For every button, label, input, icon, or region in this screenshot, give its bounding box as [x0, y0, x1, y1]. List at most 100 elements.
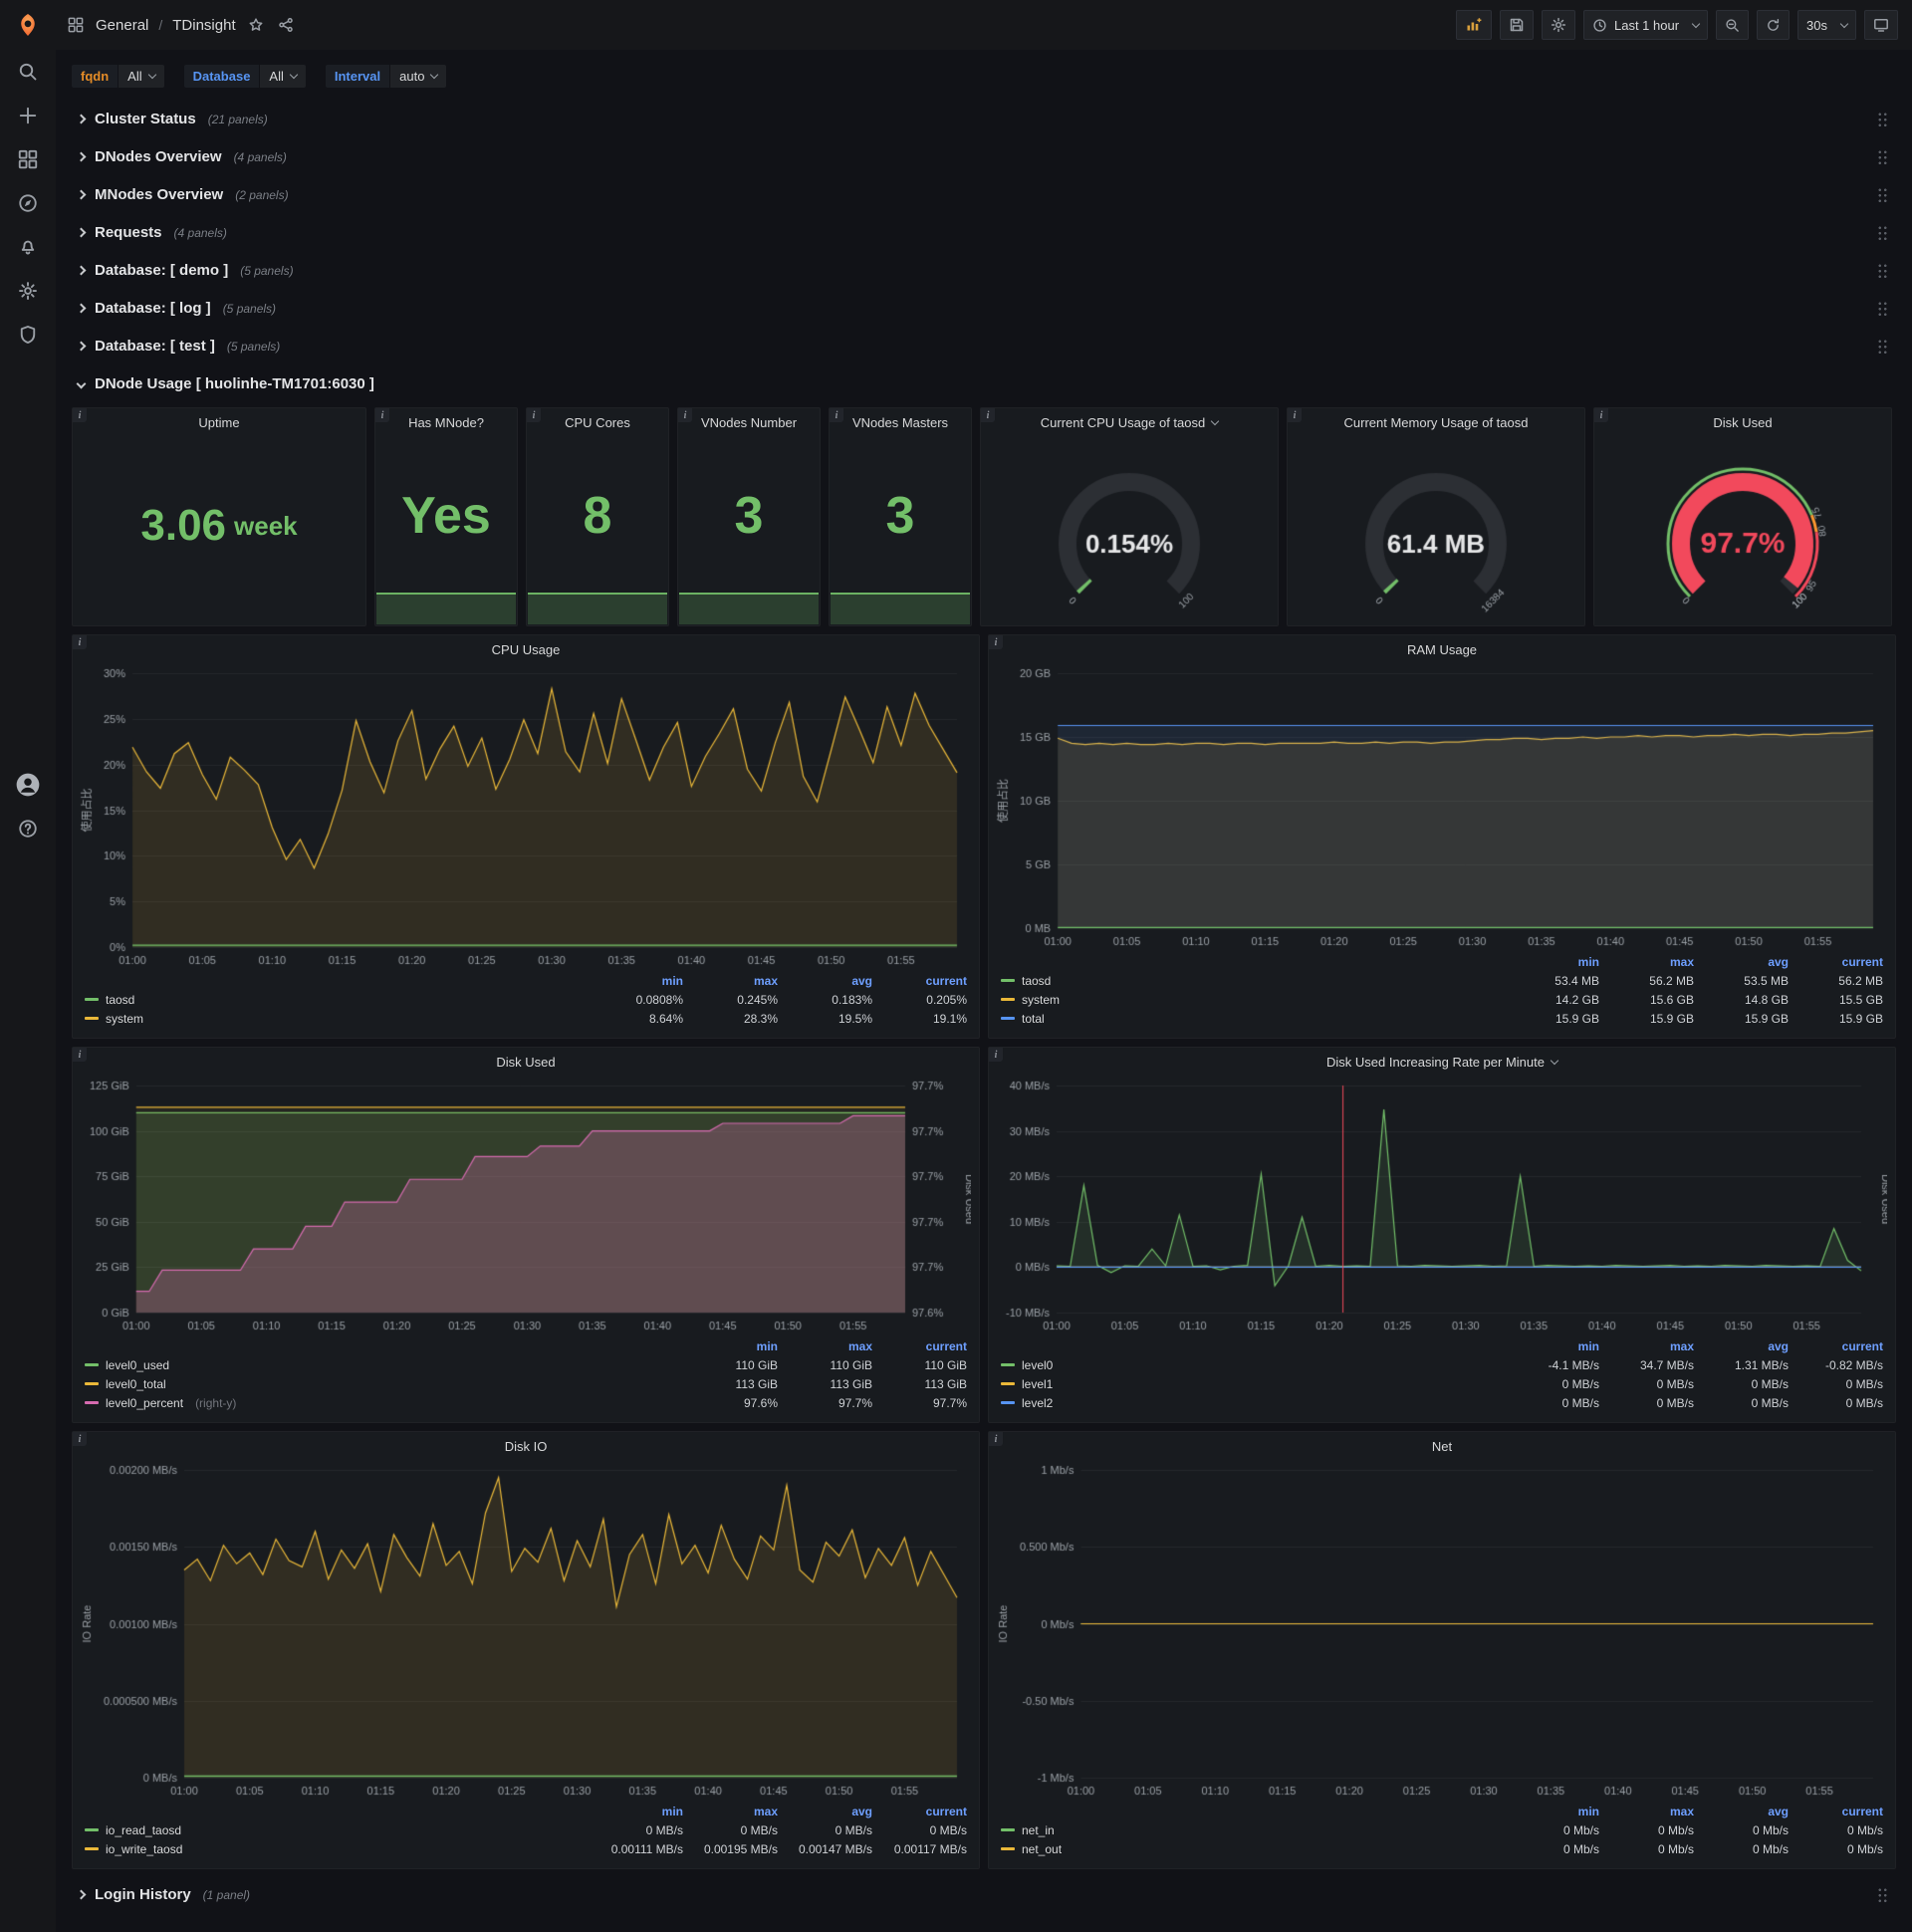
sidebar-item-explore[interactable] [0, 181, 56, 225]
cycle-view-mode-button[interactable] [1864, 10, 1898, 40]
legend-series-name[interactable]: taosd [85, 993, 589, 1007]
legend-column-header[interactable]: current [1789, 1339, 1883, 1353]
sidebar-item-help[interactable] [0, 807, 56, 850]
panel-title[interactable]: VNodes Masters [830, 408, 971, 436]
legend-column-header[interactable]: min [589, 974, 683, 988]
sidebar-item-search[interactable] [0, 50, 56, 94]
legend-column-header[interactable]: avg [1694, 955, 1789, 969]
chart-canvas-net[interactable] [995, 1460, 1887, 1802]
legend-column-header[interactable]: max [1599, 1339, 1694, 1353]
share-icon[interactable] [276, 15, 296, 35]
chart-canvas-ram_usage[interactable] [995, 663, 1887, 952]
row-drag-handle[interactable] [1877, 186, 1888, 203]
sidebar-item-server-admin[interactable] [0, 313, 56, 357]
legend-series-name[interactable]: system [85, 1012, 589, 1026]
legend-series-name[interactable]: level1 [1001, 1377, 1505, 1391]
row-drag-handle[interactable] [1877, 148, 1888, 165]
panel-info-icon[interactable]: i [678, 408, 692, 422]
row-drag-handle[interactable] [1877, 300, 1888, 317]
breadcrumb-dashboard[interactable]: TDinsight [172, 17, 235, 34]
panel-title[interactable]: Disk Used [79, 1048, 973, 1076]
legend-series-name[interactable]: level0_total [85, 1377, 683, 1391]
panel-title[interactable]: Has MNode? [375, 408, 517, 436]
legend-column-header[interactable]: avg [778, 974, 872, 988]
legend-column-header[interactable]: current [872, 1339, 967, 1353]
legend-column-header[interactable]: max [1599, 1805, 1694, 1818]
legend-column-header[interactable]: min [683, 1339, 778, 1353]
panel-title[interactable]: Current Memory Usage of taosd [1288, 408, 1584, 436]
variable-label[interactable]: Interval [325, 64, 390, 88]
panel-info-icon[interactable]: i [73, 635, 87, 649]
legend-column-header[interactable]: current [872, 974, 967, 988]
legend-column-header[interactable]: avg [1694, 1805, 1789, 1818]
variable-value-dropdown[interactable]: All [119, 64, 164, 88]
legend-series-name[interactable]: level0_percent (right-y) [85, 1396, 683, 1410]
panel-info-icon[interactable]: i [989, 635, 1003, 649]
chart-canvas-disk_rate[interactable] [995, 1076, 1887, 1336]
legend-column-header[interactable]: avg [778, 1805, 872, 1818]
refresh-interval-dropdown[interactable]: 30s [1797, 10, 1856, 40]
panel-info-icon[interactable]: i [73, 1048, 87, 1062]
row-drag-handle[interactable] [1877, 262, 1888, 279]
legend-series-name[interactable]: level0 [1001, 1358, 1505, 1372]
dashboard-row[interactable]: DNodes Overview (4 panels) [72, 139, 1896, 174]
sidebar-item-create[interactable] [0, 94, 56, 137]
dashboard-row[interactable]: Cluster Status (21 panels) [72, 102, 1896, 136]
variable-value-dropdown[interactable]: auto [390, 64, 447, 88]
panel-title[interactable]: Disk IO [79, 1432, 973, 1460]
legend-series-name[interactable]: io_write_taosd [85, 1842, 589, 1856]
panel-info-icon[interactable]: i [1594, 408, 1608, 422]
panel-info-icon[interactable]: i [830, 408, 843, 422]
legend-series-name[interactable]: level2 [1001, 1396, 1505, 1410]
time-range-picker[interactable]: Last 1 hour [1582, 10, 1709, 40]
panel-info-icon[interactable]: i [989, 1432, 1003, 1446]
panel-title[interactable]: VNodes Number [678, 408, 820, 436]
panel-info-icon[interactable]: i [989, 1048, 1003, 1062]
legend-series-name[interactable]: total [1001, 1012, 1505, 1026]
star-icon[interactable] [246, 15, 266, 35]
row-login-history[interactable]: Login History (1 panel) [72, 1877, 1896, 1912]
panel-info-icon[interactable]: i [527, 408, 541, 422]
legend-column-header[interactable]: min [1505, 955, 1599, 969]
legend-column-header[interactable]: current [1789, 1805, 1883, 1818]
legend-series-name[interactable]: taosd [1001, 974, 1505, 988]
row-drag-handle[interactable] [1877, 111, 1888, 127]
legend-column-header[interactable]: max [778, 1339, 872, 1353]
panel-title[interactable]: Uptime [73, 408, 365, 436]
legend-column-header[interactable]: avg [1694, 1339, 1789, 1353]
panel-title[interactable]: CPU Cores [527, 408, 668, 436]
panel-title[interactable]: RAM Usage [995, 635, 1889, 663]
legend-series-name[interactable]: system [1001, 993, 1505, 1007]
sidebar-item-configuration[interactable] [0, 269, 56, 313]
sidebar-item-alerting[interactable] [0, 225, 56, 269]
save-dashboard-button[interactable] [1499, 10, 1534, 40]
add-panel-button[interactable] [1455, 10, 1492, 40]
legend-column-header[interactable]: max [1599, 955, 1694, 969]
panel-title[interactable]: Disk Used [1594, 408, 1891, 436]
panel-title[interactable]: Current CPU Usage of taosd [981, 408, 1278, 436]
legend-column-header[interactable]: max [683, 1805, 778, 1818]
legend-series-name[interactable]: level0_used [85, 1358, 683, 1372]
dashboard-settings-button[interactable] [1541, 10, 1575, 40]
panel-info-icon[interactable]: i [981, 408, 995, 422]
legend-column-header[interactable]: min [589, 1805, 683, 1818]
dashboard-row[interactable]: Database: [ log ] (5 panels) [72, 291, 1896, 326]
sidebar-item-profile[interactable] [0, 763, 56, 807]
row-dnode-usage[interactable]: DNode Usage [ huolinhe-TM1701:6030 ] [72, 366, 1896, 401]
legend-series-name[interactable]: net_out [1001, 1842, 1505, 1856]
legend-column-header[interactable]: max [683, 974, 778, 988]
chart-canvas-cpu_usage[interactable] [79, 663, 971, 971]
panel-title[interactable]: Disk Used Increasing Rate per Minute [995, 1048, 1889, 1076]
panel-title[interactable]: Net [995, 1432, 1889, 1460]
legend-series-name[interactable]: net_in [1001, 1823, 1505, 1837]
grafana-logo[interactable] [0, 0, 56, 50]
variable-label[interactable]: fqdn [72, 64, 119, 88]
chart-canvas-disk_used[interactable] [79, 1076, 971, 1336]
row-drag-handle[interactable] [1877, 338, 1888, 355]
variable-label[interactable]: Database [183, 64, 260, 88]
chart-canvas-disk_io[interactable] [79, 1460, 971, 1802]
variable-value-dropdown[interactable]: All [260, 64, 306, 88]
panel-info-icon[interactable]: i [375, 408, 389, 422]
panel-info-icon[interactable]: i [1288, 408, 1302, 422]
zoom-out-button[interactable] [1716, 10, 1750, 40]
